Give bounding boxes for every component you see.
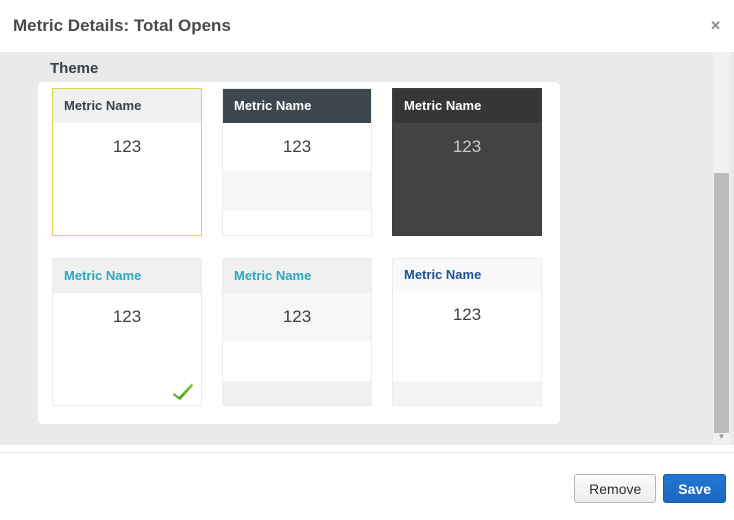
theme-option-4[interactable]: Metric Name 123 bbox=[52, 258, 202, 406]
save-button[interactable]: Save bbox=[663, 474, 726, 503]
remove-button[interactable]: Remove bbox=[574, 474, 656, 503]
close-icon[interactable]: ✕ bbox=[710, 19, 721, 33]
modal-header: Metric Details: Total Opens ✕ bbox=[0, 0, 734, 52]
theme-card-title: Metric Name bbox=[393, 259, 541, 291]
theme-card-row bbox=[223, 211, 371, 235]
theme-card-row bbox=[393, 339, 541, 381]
theme-option-3[interactable]: Metric Name 123 bbox=[392, 88, 542, 236]
scrollbar-down-arrow[interactable]: ▼ bbox=[713, 430, 730, 444]
theme-card-title: Metric Name bbox=[53, 259, 201, 293]
modal-body: Theme Metric Name 123 Metric Name 123 Me… bbox=[0, 52, 734, 445]
selected-check-icon bbox=[172, 381, 194, 401]
scrollbar-thumb[interactable] bbox=[714, 173, 729, 433]
theme-card-title: Metric Name bbox=[53, 89, 201, 123]
theme-card-value: 123 bbox=[393, 123, 541, 171]
theme-card-value: 123 bbox=[223, 293, 371, 341]
theme-option-2[interactable]: Metric Name 123 bbox=[222, 88, 372, 236]
theme-card-row bbox=[223, 381, 371, 406]
theme-panel: Metric Name 123 Metric Name 123 Metric N… bbox=[38, 82, 560, 424]
theme-card-value: 123 bbox=[53, 123, 201, 171]
metric-details-modal: Metric Details: Total Opens ✕ Theme Metr… bbox=[0, 0, 734, 520]
theme-card-title: Metric Name bbox=[223, 89, 371, 123]
modal-title: Metric Details: Total Opens bbox=[13, 16, 231, 36]
modal-footer: Remove Save bbox=[0, 452, 734, 520]
theme-card-value: 123 bbox=[53, 293, 201, 341]
scrollbar[interactable]: ▼ bbox=[713, 52, 730, 445]
theme-section-label: Theme bbox=[50, 60, 98, 77]
theme-card-row bbox=[223, 171, 371, 211]
theme-card-row bbox=[223, 341, 371, 381]
theme-option-5[interactable]: Metric Name 123 bbox=[222, 258, 372, 406]
theme-card-row bbox=[393, 381, 541, 406]
theme-card-title: Metric Name bbox=[393, 89, 541, 123]
footer-gap bbox=[0, 445, 734, 452]
theme-option-6[interactable]: Metric Name 123 bbox=[392, 258, 542, 406]
theme-card-value: 123 bbox=[393, 291, 541, 339]
theme-card-title: Metric Name bbox=[223, 259, 371, 293]
theme-card-value: 123 bbox=[223, 123, 371, 171]
theme-option-1[interactable]: Metric Name 123 bbox=[52, 88, 202, 236]
